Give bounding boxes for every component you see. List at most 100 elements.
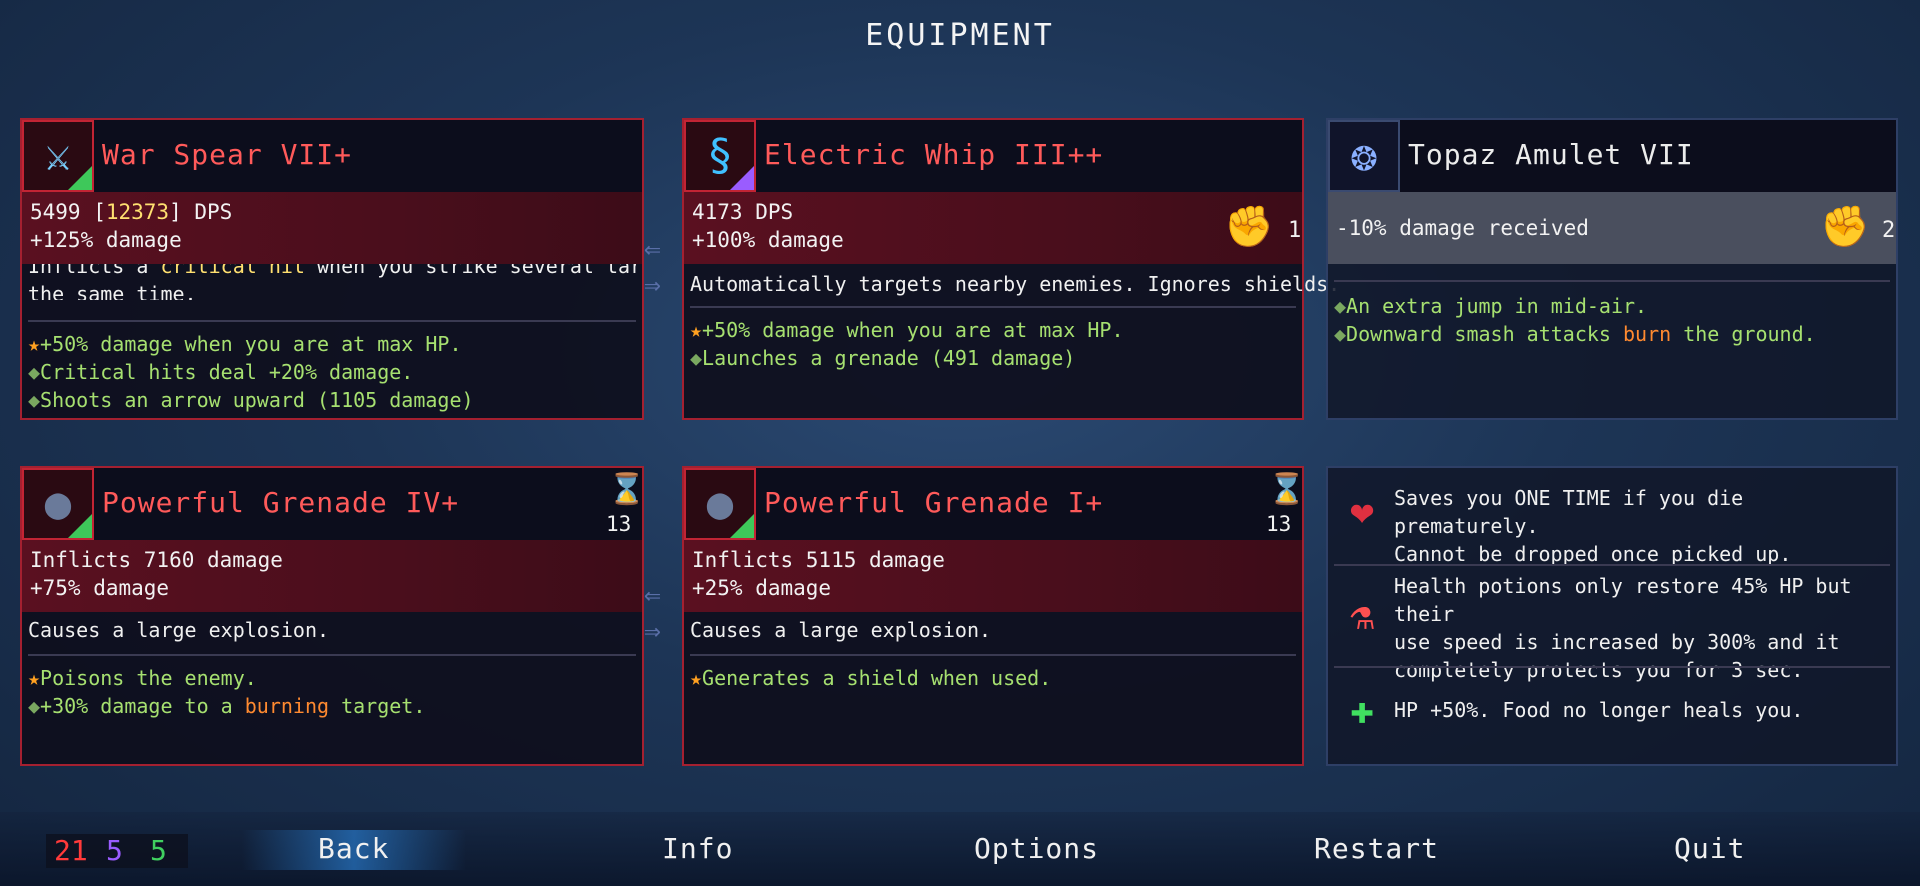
item-description: Causes a large explosion. bbox=[28, 618, 330, 642]
scroll-stats: 21 5 5 bbox=[46, 834, 188, 868]
item-stats: Inflicts 5115 damage +25% damage bbox=[684, 540, 1302, 612]
item-description: Inflicts a critical hit when you strike … bbox=[28, 264, 636, 300]
quit-button[interactable]: Quit bbox=[1674, 832, 1745, 865]
card-header: ⚔ War Spear VII+ bbox=[22, 120, 642, 192]
card-header: ● Powerful Grenade IV+ ⌛ 13 bbox=[22, 468, 646, 540]
mutation-text: Saves you ONE TIME if you die prematurel… bbox=[1394, 486, 1792, 566]
swap-left-arrow-icon[interactable]: ⇐ bbox=[644, 578, 661, 611]
separator bbox=[690, 306, 1296, 308]
damage-bonus: +125% damage bbox=[30, 228, 182, 252]
amulet-icon: ❂ bbox=[1350, 130, 1378, 181]
hourglass-icon: ⌛ bbox=[1268, 472, 1306, 507]
tactics-count: 5 bbox=[106, 834, 123, 867]
back-button[interactable]: Back bbox=[318, 832, 389, 865]
info-button[interactable]: Info bbox=[662, 832, 733, 865]
survival-scaling-icon bbox=[68, 514, 92, 538]
item-description: Automatically targets nearby enemies. Ig… bbox=[690, 272, 1341, 296]
mutation-3[interactable]: ✚ HP +50%. Food no longer heals you. bbox=[1328, 680, 1896, 752]
cooldown-value: 13 bbox=[1266, 512, 1292, 536]
separator bbox=[28, 320, 636, 322]
perk: ◆Critical hits deal +20% damage. bbox=[28, 360, 414, 384]
item-name: Powerful Grenade I+ bbox=[764, 486, 1104, 519]
food-plus-icon: ✚ bbox=[1349, 687, 1375, 733]
skill-slot[interactable]: ● bbox=[684, 468, 756, 540]
survival-scaling-icon bbox=[730, 514, 754, 538]
perk: ★Generates a shield when used. bbox=[690, 666, 1052, 690]
star-icon: ★ bbox=[28, 332, 41, 356]
item-perks: ★Poisons the enemy. ◆+30% damage to a bu… bbox=[28, 664, 636, 720]
hourglass-icon: ⌛ bbox=[608, 472, 646, 507]
perk: ◆Shoots an arrow upward (1105 damage) bbox=[28, 388, 474, 412]
card-header: ● Powerful Grenade I+ ⌛ 13 bbox=[684, 468, 1306, 540]
tactics-scaling-icon bbox=[730, 166, 754, 190]
item-stats: -10% damage received bbox=[1328, 192, 1896, 264]
bullet-icon: ◆ bbox=[28, 388, 41, 412]
item-stats: 4173 DPS +100% damage bbox=[684, 192, 1302, 264]
weapon-card-2[interactable]: § Electric Whip III++ 4173 DPS +100% dam… bbox=[682, 118, 1341, 420]
damage-stat: Inflicts 7160 damage bbox=[30, 548, 283, 572]
separator bbox=[1334, 280, 1890, 282]
damage-bonus: +100% damage bbox=[692, 228, 844, 252]
star-icon: ★ bbox=[690, 666, 703, 690]
swap-right-arrow-icon[interactable]: ⇒ bbox=[644, 614, 661, 647]
item-description: Causes a large explosion. bbox=[690, 618, 992, 642]
swap-right-arrow-icon[interactable]: ⇒ bbox=[644, 268, 661, 301]
separator bbox=[690, 654, 1296, 656]
separator bbox=[1334, 666, 1890, 668]
bullet-icon: ◆ bbox=[690, 346, 703, 370]
mutation-2[interactable]: ⚗ Health potions only restore 45% HP but… bbox=[1328, 572, 1896, 682]
perk: ◆An extra jump in mid-air. bbox=[1334, 294, 1648, 318]
skill-card-1[interactable]: ● Powerful Grenade IV+ ⌛ 13 Inflicts 716… bbox=[20, 466, 646, 766]
perk: ★+50% damage when you are at max HP. bbox=[690, 318, 1124, 342]
star-icon: ★ bbox=[690, 318, 703, 342]
mutations-panel: ❤ Saves you ONE TIME if you die prematur… bbox=[1326, 466, 1898, 766]
scroll-count: 2 bbox=[1882, 218, 1896, 243]
scroll-count: 1 bbox=[1288, 218, 1302, 243]
separator bbox=[1334, 564, 1890, 566]
perk: ◆+30% damage to a burning target. bbox=[28, 694, 426, 718]
cooldown-value: 13 bbox=[606, 512, 632, 536]
item-name: Topaz Amulet VII bbox=[1408, 138, 1694, 171]
item-perks: ★+50% damage when you are at max HP. ◆Cr… bbox=[28, 330, 636, 414]
separator bbox=[28, 654, 636, 656]
weapon-card-1[interactable]: ⚔ War Spear VII+ 5499 [12373] DPS +125% … bbox=[20, 118, 644, 420]
skill-card-2[interactable]: ● Powerful Grenade I+ ⌛ 13 Inflicts 5115… bbox=[682, 466, 1306, 766]
damage-stat: Inflicts 5115 damage bbox=[692, 548, 945, 572]
restart-button[interactable]: Restart bbox=[1314, 832, 1439, 865]
item-name: Powerful Grenade IV+ bbox=[102, 486, 460, 519]
mutation-1[interactable]: ❤ Saves you ONE TIME if you die prematur… bbox=[1328, 478, 1896, 566]
item-stats: Inflicts 7160 damage +75% damage bbox=[22, 540, 642, 612]
bullet-icon: ◆ bbox=[1334, 294, 1347, 318]
card-header: § Electric Whip III++ bbox=[684, 120, 1302, 192]
perk: ★+50% damage when you are at max HP. bbox=[28, 332, 462, 356]
survival-count: 5 bbox=[150, 834, 167, 867]
swap-left-arrow-icon[interactable]: ⇐ bbox=[644, 232, 661, 265]
perk: ◆Launches a grenade (491 damage) bbox=[690, 346, 1076, 370]
bullet-icon: ◆ bbox=[1334, 322, 1347, 346]
amulet-card[interactable]: ❂ Topaz Amulet VII -10% damage received … bbox=[1326, 118, 1898, 420]
amulet-slot[interactable]: ❂ bbox=[1328, 120, 1400, 192]
weapon-slot[interactable]: § bbox=[684, 120, 756, 192]
skill-slot[interactable]: ● bbox=[22, 468, 94, 540]
mutation-text: HP +50%. Food no longer heals you. bbox=[1394, 698, 1804, 722]
item-perks: ◆An extra jump in mid-air. ◆Downward sma… bbox=[1334, 292, 1890, 348]
bullet-icon: ◆ bbox=[28, 694, 41, 718]
potion-icon: ⚗ bbox=[1349, 593, 1375, 639]
dps-stat: 5499 [12373] DPS bbox=[30, 200, 233, 224]
damage-bonus: +25% damage bbox=[692, 576, 832, 600]
perk: ★Poisons the enemy. bbox=[28, 666, 257, 690]
options-button[interactable]: Options bbox=[974, 832, 1099, 865]
scroll-icon: ✊ bbox=[1224, 204, 1274, 250]
weapon-slot[interactable]: ⚔ bbox=[22, 120, 94, 192]
heart-icon: ❤ bbox=[1349, 489, 1375, 535]
screen-title: EQUIPMENT bbox=[865, 18, 1055, 53]
survival-scaling-icon bbox=[68, 166, 92, 190]
card-header: ❂ Topaz Amulet VII bbox=[1328, 120, 1896, 192]
item-perks: ★+50% damage when you are at max HP. ◆La… bbox=[690, 316, 1296, 372]
item-name: Electric Whip III++ bbox=[764, 138, 1104, 171]
dps-stat: 4173 DPS bbox=[692, 200, 794, 224]
perk: ◆Downward smash attacks burn the ground. bbox=[1334, 322, 1816, 346]
damage-bonus: +75% damage bbox=[30, 576, 170, 600]
defense-stat: -10% damage received bbox=[1336, 216, 1589, 240]
item-stats: 5499 [12373] DPS +125% damage bbox=[22, 192, 642, 264]
